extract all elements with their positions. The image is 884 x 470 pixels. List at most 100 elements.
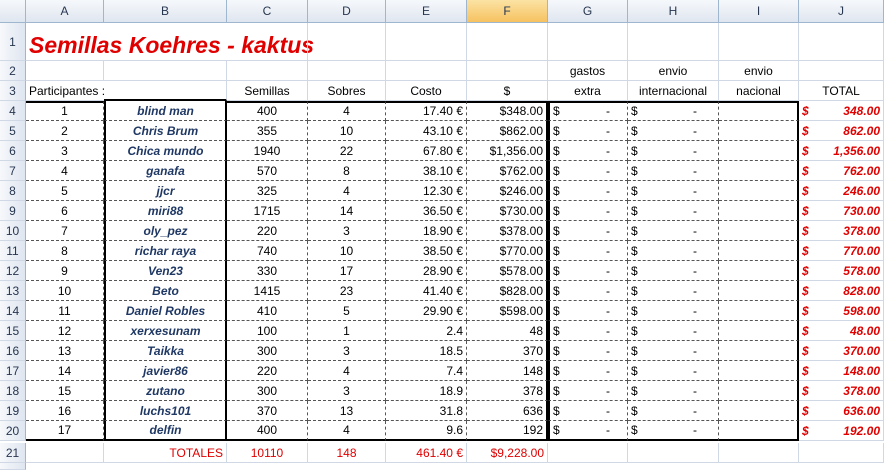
semillas-value[interactable]: 355: [227, 121, 308, 141]
participant-number[interactable]: 8: [26, 241, 104, 261]
cell[interactable]: [308, 61, 386, 81]
semillas-value[interactable]: 570: [227, 161, 308, 181]
participant-name[interactable]: Daniel Robles: [104, 301, 227, 321]
participant-number[interactable]: 5: [26, 181, 104, 201]
gastos-extra-value[interactable]: $ -: [548, 161, 628, 181]
gastos-extra-value[interactable]: $ -: [548, 201, 628, 221]
costo-value[interactable]: 36.50 €: [386, 201, 467, 221]
semillas-value[interactable]: 300: [227, 381, 308, 401]
semillas-value[interactable]: 1415: [227, 281, 308, 301]
semillas-value[interactable]: 1940: [227, 141, 308, 161]
row-total[interactable]: $828.00: [799, 281, 884, 301]
semillas-value[interactable]: 400: [227, 421, 308, 441]
row-header[interactable]: 20: [0, 421, 26, 441]
select-all-corner[interactable]: [0, 0, 26, 23]
participant-name[interactable]: Chica mundo: [104, 141, 227, 161]
column-header-d[interactable]: D: [308, 0, 386, 23]
row-total[interactable]: $148.00: [799, 361, 884, 381]
usd-value[interactable]: $578.00: [467, 261, 548, 281]
envio-internacional-value[interactable]: $ -: [628, 341, 719, 361]
costo-value[interactable]: 67.80 €: [386, 141, 467, 161]
cell[interactable]: [227, 23, 308, 61]
row-total[interactable]: $246.00: [799, 181, 884, 201]
costo-value[interactable]: 29.90 €: [386, 301, 467, 321]
cell[interactable]: [548, 443, 628, 463]
usd-value[interactable]: 192: [467, 421, 548, 441]
header-total[interactable]: TOTAL: [799, 81, 884, 101]
envio-nacional-value[interactable]: [719, 241, 799, 261]
column-header-a[interactable]: A: [26, 0, 104, 23]
row-total[interactable]: $598.00: [799, 301, 884, 321]
participant-number[interactable]: 9: [26, 261, 104, 281]
cell[interactable]: [628, 443, 719, 463]
header-participantes[interactable]: Participantes :: [26, 81, 105, 101]
gastos-extra-value[interactable]: $ -: [548, 381, 628, 401]
gastos-extra-value[interactable]: $ -: [548, 421, 628, 441]
usd-value[interactable]: $348.00: [467, 101, 548, 121]
row-header[interactable]: 2: [0, 61, 26, 81]
usd-value[interactable]: $862.00: [467, 121, 548, 141]
envio-internacional-value[interactable]: $ -: [628, 301, 719, 321]
envio-internacional-value[interactable]: $ -: [628, 321, 719, 341]
sobres-value[interactable]: 4: [308, 361, 386, 381]
totals-label[interactable]: TOTALES: [104, 443, 227, 463]
envio-nacional-value[interactable]: [719, 121, 799, 141]
usd-value[interactable]: 378: [467, 381, 548, 401]
participant-name[interactable]: zutano: [104, 381, 227, 401]
row-header[interactable]: 8: [0, 181, 26, 201]
envio-nacional-value[interactable]: [719, 201, 799, 221]
column-header-b[interactable]: B: [104, 0, 227, 23]
row-header[interactable]: [0, 463, 26, 470]
header-costo[interactable]: Costo: [386, 81, 467, 101]
row-total[interactable]: $636.00: [799, 401, 884, 421]
semillas-value[interactable]: 325: [227, 181, 308, 201]
cell[interactable]: [467, 61, 548, 81]
envio-nacional-value[interactable]: [719, 361, 799, 381]
participant-number[interactable]: 3: [26, 141, 104, 161]
row-total[interactable]: $192.00: [799, 421, 884, 441]
header-envio-int-top[interactable]: envio: [628, 61, 719, 81]
participant-number[interactable]: 4: [26, 161, 104, 181]
participant-number[interactable]: 17: [26, 421, 104, 441]
usd-value[interactable]: $730.00: [467, 201, 548, 221]
gastos-extra-value[interactable]: $ -: [548, 401, 628, 421]
envio-internacional-value[interactable]: $ -: [628, 361, 719, 381]
sheet-title[interactable]: Semillas Koehres - kaktus: [26, 23, 314, 61]
participant-name[interactable]: luchs101: [104, 401, 227, 421]
costo-value[interactable]: 28.90 €: [386, 261, 467, 281]
envio-nacional-value[interactable]: [719, 381, 799, 401]
participant-number[interactable]: 6: [26, 201, 104, 221]
semillas-value[interactable]: 220: [227, 361, 308, 381]
envio-nacional-value[interactable]: [719, 281, 799, 301]
row-header[interactable]: 5: [0, 121, 26, 141]
sobres-value[interactable]: 23: [308, 281, 386, 301]
row-total[interactable]: $370.00: [799, 341, 884, 361]
row-total[interactable]: $1,356.00: [799, 141, 884, 161]
row-header[interactable]: 15: [0, 321, 26, 341]
gastos-extra-value[interactable]: $ -: [548, 241, 628, 261]
row-total[interactable]: $48.00: [799, 321, 884, 341]
cell[interactable]: [799, 443, 884, 463]
cell[interactable]: [719, 23, 799, 61]
envio-internacional-value[interactable]: $ -: [628, 101, 719, 121]
participant-name[interactable]: Beto: [104, 281, 227, 301]
costo-value[interactable]: 9.6: [386, 421, 467, 441]
column-header-c[interactable]: C: [227, 0, 308, 23]
column-header-e[interactable]: E: [386, 0, 467, 23]
header-dollar[interactable]: $: [467, 81, 548, 101]
row-total[interactable]: $348.00: [799, 101, 884, 121]
usd-value[interactable]: 370: [467, 341, 548, 361]
participant-name[interactable]: Taikka: [104, 341, 227, 361]
cell[interactable]: [227, 61, 308, 81]
participant-name[interactable]: oly_pez: [104, 221, 227, 241]
header-gastos-top[interactable]: gastos: [548, 61, 628, 81]
participant-name[interactable]: Ven23: [104, 261, 227, 281]
cell[interactable]: [308, 23, 386, 61]
row-header[interactable]: 12: [0, 261, 26, 281]
participant-number[interactable]: 14: [26, 361, 104, 381]
costo-value[interactable]: 41.40 €: [386, 281, 467, 301]
envio-internacional-value[interactable]: $ -: [628, 141, 719, 161]
semillas-value[interactable]: 410: [227, 301, 308, 321]
sobres-value[interactable]: 10: [308, 241, 386, 261]
costo-value[interactable]: 2.4: [386, 321, 467, 341]
